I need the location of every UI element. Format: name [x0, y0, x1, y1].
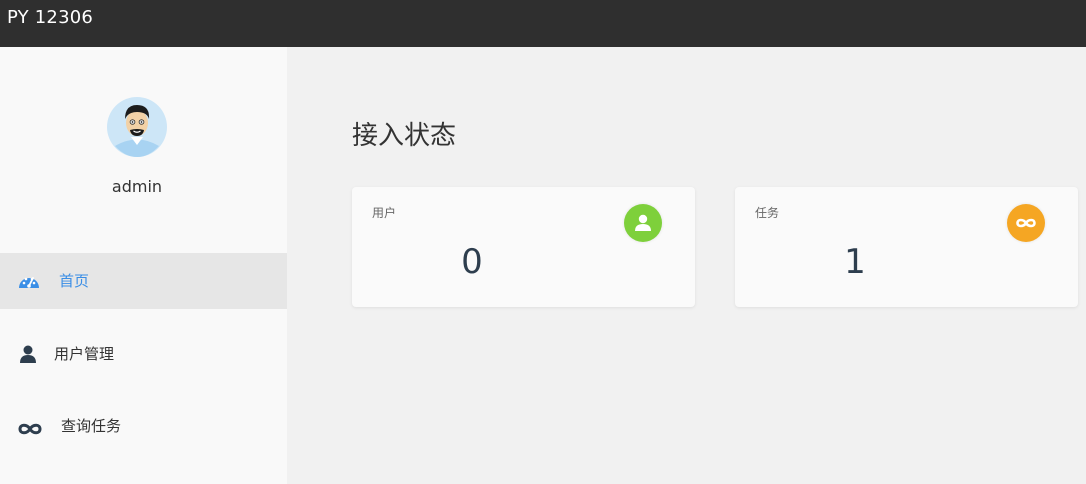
- sidebar-item-label: 首页: [59, 272, 90, 290]
- avatar-image: [107, 97, 167, 157]
- user-icon: [624, 204, 662, 242]
- infinity-icon: [1007, 204, 1045, 242]
- sidebar-item-home[interactable]: 首页: [0, 253, 287, 309]
- sidebar-item-label: 查询任务: [61, 417, 122, 435]
- avatar[interactable]: [107, 97, 167, 157]
- main-content: 接入状态 用户 0 任务 1: [287, 47, 1086, 484]
- sidebar: admin 首页 用户管理 查询任务: [0, 47, 287, 484]
- dashboard-icon: [18, 272, 40, 294]
- infinity-icon: [18, 420, 42, 439]
- username: admin: [111, 177, 163, 196]
- top-bar: PY 12306: [0, 0, 1086, 47]
- card-label: 任务: [755, 206, 780, 220]
- sidebar-item-query-tasks[interactable]: 查询任务: [0, 398, 287, 454]
- stat-card-users: 用户 0: [352, 187, 695, 307]
- card-value: 1: [844, 242, 866, 282]
- card-value: 0: [461, 242, 483, 282]
- app-title[interactable]: PY 12306: [7, 8, 93, 28]
- page-title: 接入状态: [352, 121, 457, 151]
- sidebar-item-label: 用户管理: [54, 345, 115, 363]
- stat-card-tasks: 任务 1: [735, 187, 1078, 307]
- sidebar-item-user-management[interactable]: 用户管理: [0, 326, 287, 382]
- user-icon: [20, 345, 36, 367]
- card-label: 用户: [372, 206, 397, 220]
